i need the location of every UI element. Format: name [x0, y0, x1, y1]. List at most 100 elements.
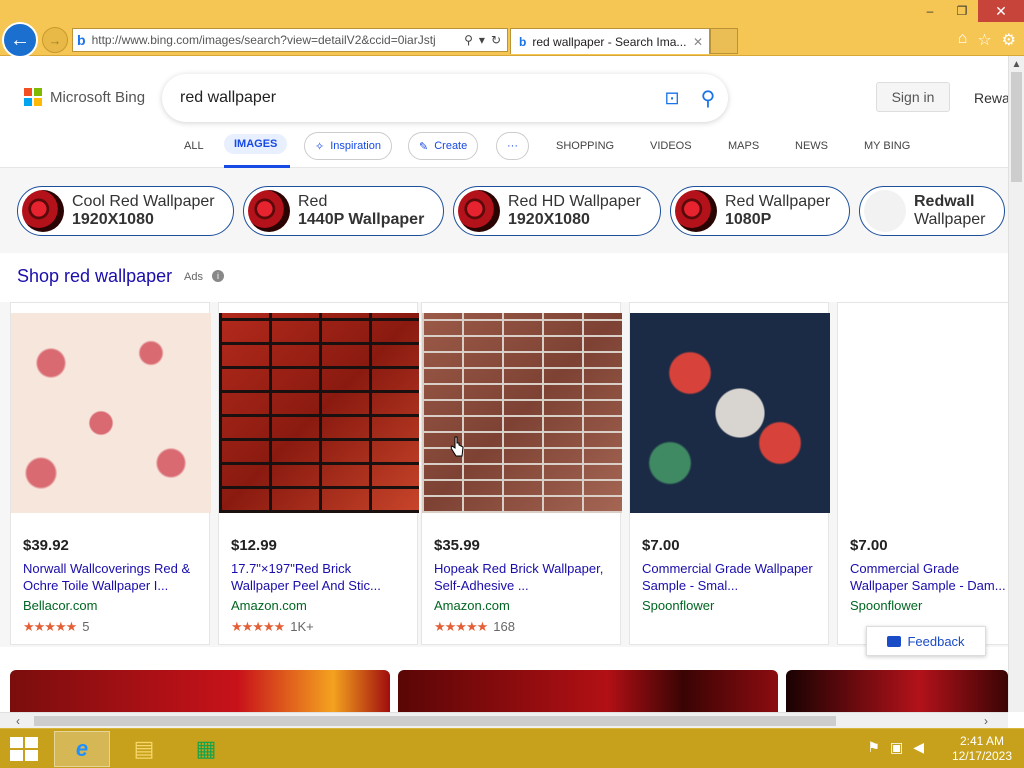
- search-input[interactable]: [180, 89, 656, 107]
- chip-line1: Cool Red Wallpaper: [72, 193, 215, 210]
- chip-line1: Redwall: [914, 193, 975, 210]
- flag-icon[interactable]: ⚑: [867, 739, 880, 756]
- product-card[interactable]: $7.00 Commercial Grade Wallpaper Sample …: [629, 302, 830, 645]
- address-url[interactable]: http://www.bing.com/images/search?view=d…: [92, 33, 459, 47]
- rewards-link[interactable]: Rewa: [974, 90, 1008, 106]
- back-button[interactable]: ←: [2, 22, 38, 58]
- product-card[interactable]: $35.99 Hopeak Red Brick Wallpaper, Self-…: [421, 302, 622, 645]
- product-image[interactable]: [630, 313, 830, 513]
- related-chip[interactable]: Red HD Wallpaper 1920X1080: [453, 186, 661, 236]
- related-chip[interactable]: Redwall Wallpaper: [859, 186, 1005, 236]
- volume-muted-icon[interactable]: ◀: [913, 739, 924, 756]
- vertical-scrollbar[interactable]: ▲: [1008, 56, 1024, 712]
- image-results-row: [0, 670, 1008, 712]
- chip-text: Red Wallpaper 1080P: [725, 193, 830, 229]
- clock-date: 12/17/2023: [951, 749, 1012, 763]
- nav-maps[interactable]: MAPS: [728, 140, 759, 152]
- internet-explorer-taskbar-icon[interactable]: e: [54, 731, 110, 767]
- star-rating-icon: ★★★★★: [434, 619, 488, 634]
- logo-text: Microsoft Bing: [50, 88, 146, 106]
- bing-favicon-icon: b: [519, 34, 527, 49]
- close-tab-icon[interactable]: ✕: [693, 35, 703, 49]
- product-card[interactable]: $12.99 17.7"×197"Red Brick Wallpaper Pee…: [218, 302, 419, 645]
- chip-line2: 1920X1080: [72, 211, 154, 228]
- product-image[interactable]: [422, 313, 622, 513]
- product-store: Amazon.com: [231, 598, 307, 613]
- refresh-icon[interactable]: ↻: [491, 33, 501, 47]
- shop-section-title[interactable]: Shop red wallpaper: [17, 266, 172, 287]
- feedback-button[interactable]: Feedback: [866, 626, 986, 656]
- product-image[interactable]: [838, 313, 1008, 513]
- chip-line1: Red HD Wallpaper: [508, 193, 641, 210]
- file-explorer-taskbar-icon[interactable]: ▤: [116, 731, 172, 767]
- nav-create-label: Create: [434, 140, 468, 152]
- restore-button[interactable]: ❐: [946, 0, 978, 22]
- nav-create[interactable]: ✎ Create: [408, 132, 479, 160]
- gear-icon[interactable]: ⚙: [1002, 30, 1016, 50]
- bing-page: Microsoft Bing ⊡ ⚲ Sign in Rewa ALL IMAG…: [0, 56, 1008, 712]
- minimize-button[interactable]: ‒: [914, 0, 946, 22]
- related-chip[interactable]: Red Wallpaper 1080P: [670, 186, 850, 236]
- nav-images[interactable]: IMAGES: [224, 134, 288, 154]
- favorites-star-icon[interactable]: ☆: [977, 30, 991, 50]
- nav-all[interactable]: ALL: [184, 140, 204, 152]
- ads-label: Ads: [184, 271, 203, 283]
- forward-button[interactable]: →: [42, 27, 68, 53]
- image-result[interactable]: [398, 670, 778, 712]
- review-count: 168: [493, 619, 515, 634]
- product-name[interactable]: Hopeak Red Brick Wallpaper, Self-Adhesiv…: [434, 560, 614, 594]
- new-tab-button[interactable]: [710, 28, 738, 54]
- clock[interactable]: 2:41 AM 12/17/2023: [952, 734, 1012, 764]
- scroll-thumb[interactable]: [1011, 72, 1022, 182]
- system-tray: ⚑ ▣ ◀: [867, 739, 924, 756]
- horizontal-scrollbar[interactable]: ‹ ›: [0, 712, 1008, 728]
- chip-thumbnail: [22, 190, 64, 232]
- microsoft-bing-logo[interactable]: Microsoft Bing: [24, 88, 145, 106]
- chip-text: Redwall Wallpaper: [914, 193, 985, 229]
- nav-inspiration[interactable]: ✧ Inspiration: [304, 132, 392, 160]
- scroll-up-icon[interactable]: ▲: [1009, 56, 1024, 72]
- related-chip[interactable]: Cool Red Wallpaper 1920X1080: [17, 186, 234, 236]
- nav-more[interactable]: ···: [496, 132, 529, 160]
- store-icon: ▦: [195, 736, 217, 761]
- home-icon[interactable]: ⌂: [958, 30, 968, 50]
- visual-search-icon[interactable]: ⊡: [656, 88, 688, 109]
- dropdown-icon[interactable]: ▾: [479, 33, 485, 47]
- chip-thumbnail: [458, 190, 500, 232]
- product-name[interactable]: Commercial Grade Wallpaper Sample - Dam.…: [850, 560, 1008, 594]
- browser-tab[interactable]: b red wallpaper - Search Ima... ✕: [510, 28, 710, 54]
- network-icon[interactable]: ▣: [890, 739, 903, 756]
- product-card[interactable]: $7.00 Commercial Grade Wallpaper Sample …: [837, 302, 1008, 645]
- product-name[interactable]: Norwall Wallcoverings Red & Ochre Toile …: [23, 560, 203, 594]
- related-chip[interactable]: Red 1440P Wallpaper: [243, 186, 444, 236]
- inspiration-icon: ✧: [315, 140, 325, 153]
- arrow-left-icon: ←: [10, 28, 30, 51]
- scroll-left-icon[interactable]: ‹: [10, 713, 26, 729]
- nav-videos[interactable]: VIDEOS: [650, 140, 692, 152]
- search-icon[interactable]: ⚲: [464, 33, 473, 47]
- nav-shopping[interactable]: SHOPPING: [556, 140, 614, 152]
- chip-line2: 1920X1080: [508, 211, 590, 228]
- image-result[interactable]: [10, 670, 390, 712]
- close-window-button[interactable]: ✕: [978, 0, 1024, 22]
- address-bar[interactable]: b http://www.bing.com/images/search?view…: [72, 28, 508, 52]
- product-image[interactable]: [219, 313, 419, 513]
- image-result[interactable]: [786, 670, 1008, 712]
- scroll-thumb[interactable]: [34, 716, 836, 726]
- start-button[interactable]: [10, 737, 38, 761]
- nav-my-bing[interactable]: MY BING: [864, 140, 910, 152]
- nav-news[interactable]: NEWS: [795, 140, 828, 152]
- store-taskbar-icon[interactable]: ▦: [178, 731, 234, 767]
- address-tools: ⚲ ▾ ↻: [458, 33, 507, 47]
- scroll-right-icon[interactable]: ›: [978, 713, 994, 729]
- product-card[interactable]: $39.92 Norwall Wallcoverings Red & Ochre…: [10, 302, 211, 645]
- product-price: $12.99: [231, 537, 277, 554]
- sign-in-button[interactable]: Sign in: [876, 82, 950, 112]
- product-image[interactable]: [11, 313, 211, 513]
- chip-text: Red HD Wallpaper 1920X1080: [508, 193, 641, 229]
- info-icon[interactable]: i: [212, 270, 224, 282]
- product-name[interactable]: 17.7"×197"Red Brick Wallpaper Peel And S…: [231, 560, 411, 594]
- product-name[interactable]: Commercial Grade Wallpaper Sample - Smal…: [642, 560, 822, 594]
- ie-logo-icon: e: [75, 736, 89, 761]
- search-icon[interactable]: ⚲: [688, 86, 728, 111]
